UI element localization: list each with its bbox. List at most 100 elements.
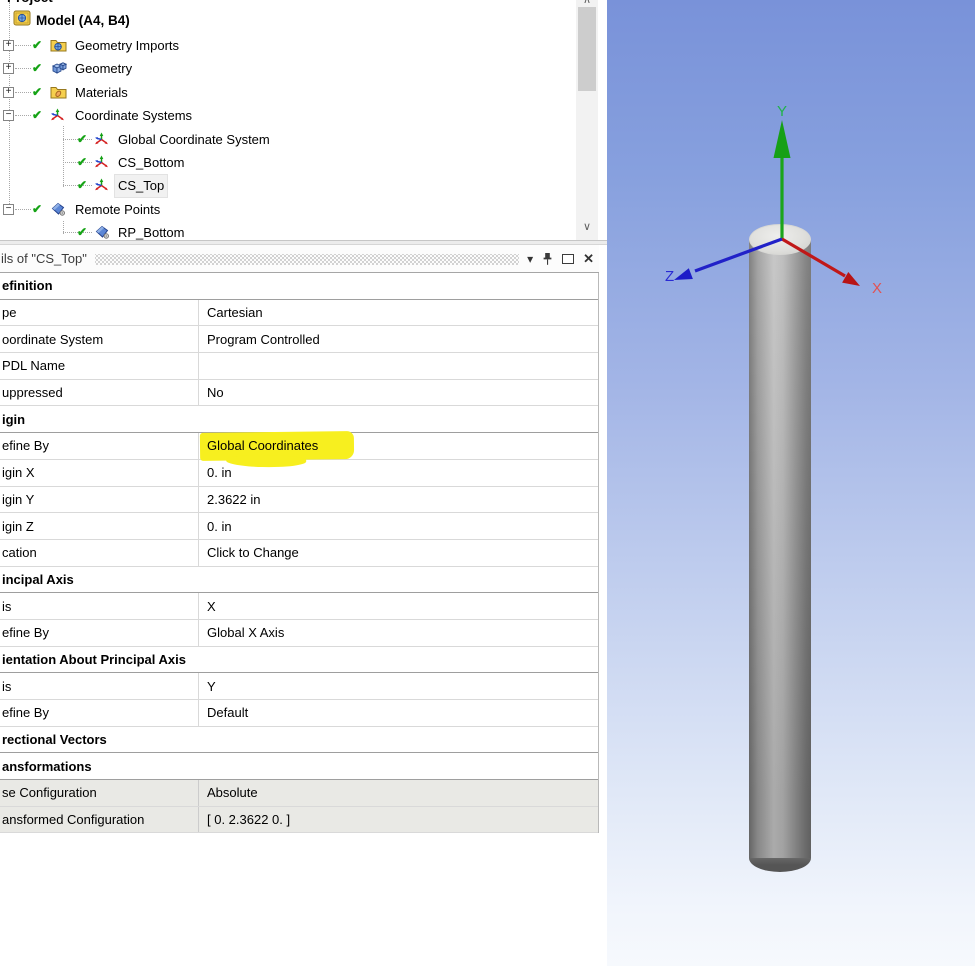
property-value: Absolute — [199, 780, 598, 806]
details-table: efinitionpeCartesianoordinate SystemProg… — [0, 273, 599, 833]
group-header-label: igin — [2, 412, 25, 427]
details-row: ansformed Configuration[ 0. 2.3622 0. ] — [0, 807, 598, 834]
details-group-header: ientation About Principal Axis — [0, 647, 598, 674]
property-value-text: Global Coordinates — [207, 438, 318, 453]
close-icon[interactable]: ✕ — [583, 251, 594, 267]
remote-points-icon — [50, 202, 68, 218]
y-axis-label: Y — [777, 103, 787, 120]
collapse-icon[interactable]: − — [3, 204, 14, 215]
x-axis-label: X — [872, 280, 882, 297]
checkmark-icon: ✔ — [32, 202, 42, 216]
property-value-text: Cartesian — [207, 305, 263, 320]
group-header-label: incipal Axis — [2, 572, 74, 587]
float-icon[interactable] — [562, 254, 574, 264]
tree-item-materials[interactable]: + ✔ Materials — [0, 82, 570, 104]
property-label: is — [0, 593, 199, 619]
tree-connector-line — [15, 92, 31, 93]
property-value[interactable]: Y — [199, 673, 598, 699]
y-axis-arrowhead — [774, 120, 791, 158]
coordinate-triad: Y X Z — [607, 0, 975, 330]
checkmark-icon: ✔ — [77, 155, 87, 169]
group-header-label: rectional Vectors — [2, 732, 107, 747]
expand-icon[interactable]: + — [3, 40, 14, 51]
tree-item-label: CS_Bottom — [118, 152, 184, 174]
tree-root-project[interactable]: Project — [7, 0, 53, 5]
property-value-text: X — [207, 599, 216, 614]
property-value[interactable]: Click to Change — [199, 540, 598, 566]
details-row: oordinate System Program Controlled — [0, 326, 598, 353]
tree-item-label: Materials — [75, 82, 128, 104]
property-label: uppressed — [0, 380, 199, 406]
tree-item-geometry[interactable]: +✔Geometry — [0, 58, 570, 80]
expand-icon[interactable]: + — [3, 87, 14, 98]
viewport-3d[interactable]: Y X Z — [607, 0, 975, 966]
property-value[interactable]: No — [199, 380, 598, 406]
coordinate-systems-icon — [50, 108, 68, 124]
property-value[interactable]: 2.3622 in — [199, 487, 598, 513]
model-icon — [13, 10, 31, 31]
tree-item-geometry-imports[interactable]: +✔Geometry Imports — [0, 35, 570, 57]
property-value[interactable]: Cartesian — [199, 300, 598, 326]
tree-item-rp-bottom[interactable]: ✔RP_Bottom — [0, 222, 570, 241]
property-value-text: 2.3622 in — [207, 492, 261, 507]
collapse-icon[interactable]: − — [3, 110, 14, 121]
property-label: igin X — [0, 460, 199, 486]
property-value[interactable]: 0. in — [199, 513, 598, 539]
tree-connector-line — [15, 45, 31, 46]
tree-item-label: Geometry — [75, 58, 132, 80]
cylinder-body[interactable] — [749, 240, 811, 858]
group-header-label: ansformations — [2, 759, 92, 774]
property-value-text: Default — [207, 705, 248, 720]
z-axis-label: Z — [665, 268, 674, 285]
group-header-label: efinition — [2, 278, 53, 293]
property-value-text: Global X Axis — [207, 625, 284, 640]
property-value-text: [ 0. 2.3622 0. ] — [207, 812, 290, 827]
checkmark-icon: ✔ — [32, 85, 42, 99]
details-title: ils of "CS_Top" — [1, 251, 87, 266]
property-value-text: 0. in — [207, 465, 232, 480]
tree-scrollbar[interactable]: ∧ ∨ — [576, 0, 598, 241]
details-row: se ConfigurationAbsolute — [0, 780, 598, 807]
geometry-icon — [50, 61, 68, 77]
details-row: efine ByDefault — [0, 700, 598, 727]
details-row: igin Y2.3622 in — [0, 487, 598, 514]
tree-item-cs-top[interactable]: ✔CS_Top — [0, 175, 570, 197]
tree-item-label: Model (A4, B4) — [36, 13, 130, 28]
details-pane: ils of "CS_Top" ▾ ✕ efinitionpeCartesian… — [0, 245, 599, 966]
property-value-text: No — [207, 385, 224, 400]
property-value-text: Y — [207, 679, 216, 694]
property-value: [ 0. 2.3622 0. ] — [199, 807, 598, 833]
tree-item-label: Global Coordinate System — [118, 129, 270, 151]
checkmark-icon: ✔ — [77, 225, 87, 239]
checkmark-icon: ✔ — [32, 38, 42, 52]
group-header-label: ientation About Principal Axis — [2, 652, 186, 667]
tree-item-remote-points[interactable]: −✔Remote Points — [0, 199, 570, 221]
pin-icon[interactable] — [542, 252, 553, 266]
scroll-up-icon[interactable]: ∧ — [576, 0, 598, 6]
property-value-text: Program Controlled — [207, 332, 320, 347]
property-value[interactable] — [199, 353, 598, 379]
tree-item-coordinate-systems[interactable]: −✔Coordinate Systems — [0, 105, 570, 127]
tree-item-global-coordinate-system[interactable]: ✔Global Coordinate System — [0, 129, 570, 151]
details-header: ils of "CS_Top" ▾ ✕ — [0, 245, 599, 273]
property-value[interactable]: Global X Axis — [199, 620, 598, 646]
details-row: igin X 0. in — [0, 460, 598, 487]
property-value[interactable]: X — [199, 593, 598, 619]
property-value[interactable]: Global Coordinates — [199, 433, 598, 459]
tree-item-cs-bottom[interactable]: ✔ CS_Bottom — [0, 152, 570, 174]
property-label: igin Z — [0, 513, 199, 539]
expand-icon[interactable]: + — [3, 63, 14, 74]
scrollbar-thumb[interactable] — [578, 7, 596, 91]
details-header-texture — [95, 254, 519, 265]
dropdown-icon[interactable]: ▾ — [527, 252, 533, 266]
property-value[interactable]: Program Controlled — [199, 326, 598, 352]
scroll-down-icon[interactable]: ∨ — [576, 220, 598, 233]
details-row: isY — [0, 673, 598, 700]
property-value[interactable]: 0. in — [199, 460, 598, 486]
property-value[interactable]: Default — [199, 700, 598, 726]
details-row: cationClick to Change — [0, 540, 598, 567]
tree-item-label: CS_Top — [115, 175, 167, 197]
tree-item-model[interactable]: Model (A4, B4) — [13, 9, 130, 31]
tree-connector-line — [15, 68, 31, 69]
property-label: oordinate System — [0, 326, 199, 352]
